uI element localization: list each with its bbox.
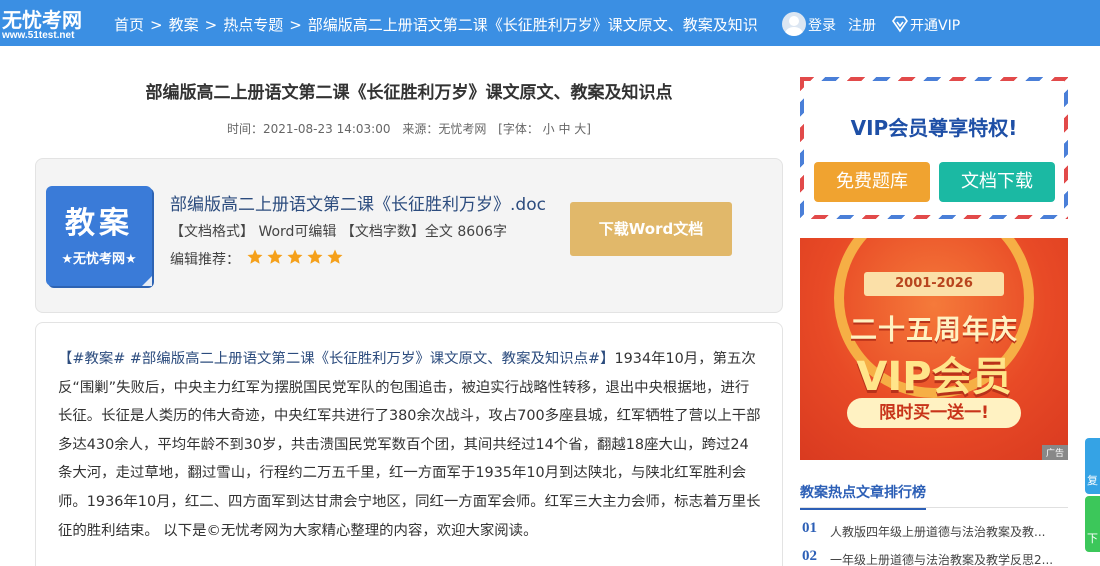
ranking-item[interactable]: 02 一年级上册道德与法治教案及教学反思2... bbox=[800, 548, 1068, 566]
register-link[interactable]: 注册 bbox=[848, 15, 876, 35]
document-file-name[interactable]: 部编版高二上册语文第二课《长征胜利万岁》.doc bbox=[170, 190, 546, 215]
star-icon bbox=[247, 249, 263, 264]
vip-card-title: VIP会员尊享特权! bbox=[850, 116, 1018, 140]
breadcrumb-separator: > bbox=[150, 16, 163, 34]
document-icon-fold bbox=[142, 276, 152, 286]
floating-tab-copy[interactable]: 复 bbox=[1085, 438, 1100, 494]
article-tags[interactable]: 【#教案# #部编版高二上册语文第二课《长征胜利万岁》课文原文、教案及知识点#】 bbox=[58, 351, 614, 367]
ranking-link[interactable]: 一年级上册道德与法治教案及教学反思2... bbox=[830, 551, 1068, 566]
breadcrumb-current: 部编版高二上册语文第二课《长征胜利万岁》课文原文、教案及知识 bbox=[307, 16, 758, 34]
ranking-number: 02 bbox=[802, 548, 817, 564]
ranking-number: 01 bbox=[802, 520, 817, 536]
article-meta: 时间：2021-08-23 14:03:00 来源：无忧考网 [字体： 小 中 … bbox=[34, 120, 784, 137]
open-vip-link[interactable]: 开通VIP bbox=[910, 15, 960, 35]
article-content-box: 【#教案# #部编版高二上册语文第二课《长征胜利万岁》课文原文、教案及知识点#】… bbox=[35, 322, 783, 566]
avatar-icon[interactable] bbox=[782, 12, 806, 36]
floating-tab-download[interactable]: 下 bbox=[1085, 496, 1100, 552]
free-questions-button[interactable]: 免费题库 bbox=[814, 162, 930, 202]
ad-headline: 二十五周年庆 bbox=[850, 315, 1018, 346]
ad-cta-button[interactable]: 限时买一送一! bbox=[847, 398, 1021, 428]
font-size-switch[interactable]: [字体： 小 中 大] bbox=[498, 122, 591, 136]
site-logo[interactable]: 无忧考网 www.51test.net bbox=[0, 2, 92, 44]
login-link[interactable]: 登录 bbox=[808, 15, 836, 35]
download-word-button[interactable]: 下载Word文档 bbox=[570, 202, 732, 256]
logo-url: www.51test.net bbox=[2, 30, 75, 41]
floating-tab-download-label: 下 bbox=[1087, 532, 1098, 545]
breadcrumb-separator: > bbox=[289, 16, 302, 34]
star-icon bbox=[287, 249, 303, 264]
document-download-button[interactable]: 文档下载 bbox=[939, 162, 1055, 202]
article-body-text: 1934年10月，第五次反“围剿”失败后，中央主力红军为摆脱国民党军队的包围追击… bbox=[58, 351, 761, 539]
document-icon: 教案 ★无忧考网★ bbox=[46, 186, 152, 286]
ranking-header: 教案热点文章排行榜 bbox=[800, 478, 1068, 510]
ranking-item[interactable]: 01 人教版四年级上册道德与法治教案及教... bbox=[800, 520, 1068, 542]
rating-stars bbox=[246, 248, 346, 266]
vip-privilege-card: VIP会员尊享特权! 免费题库 文档下载 bbox=[800, 77, 1068, 219]
document-icon-brand: ★无忧考网★ bbox=[61, 252, 137, 267]
diamond-icon bbox=[892, 16, 908, 33]
document-icon-label: 教案 bbox=[65, 206, 133, 241]
ranking-link[interactable]: 人教版四年级上册道德与法治教案及教... bbox=[830, 523, 1068, 540]
ad-years-badge: 2001-2026 bbox=[864, 272, 1004, 296]
editor-recommend-label: 编辑推荐： bbox=[170, 252, 240, 268]
article-source: 来源：无忧考网 bbox=[402, 122, 487, 136]
document-download-card: 教案 ★无忧考网★ 部编版高二上册语文第二课《长征胜利万岁》.doc 【文档格式… bbox=[35, 158, 783, 313]
floating-tab-copy-label: 复 bbox=[1087, 474, 1098, 487]
article-title: 部编版高二上册语文第二课《长征胜利万岁》课文原文、教案及知识点 bbox=[145, 83, 673, 103]
star-icon bbox=[267, 249, 283, 264]
breadcrumb-home[interactable]: 首页 bbox=[114, 16, 144, 34]
ad-label: 广告 bbox=[1041, 445, 1068, 460]
ranking-title: 教案热点文章排行榜 bbox=[800, 482, 926, 510]
ad-vip-text: VIP会员 bbox=[856, 354, 1012, 400]
article-body: 【#教案# #部编版高二上册语文第二课《长征胜利万岁》课文原文、教案及知识点#】… bbox=[58, 345, 762, 545]
anniversary-ad-banner[interactable]: 2001-2026 二十五周年庆 VIP会员 限时买一送一! 广告 bbox=[800, 238, 1068, 460]
document-file-info: 【文档格式】 Word可编辑 【文档字数】全文 8606字 bbox=[170, 224, 507, 240]
vip-card-inner: VIP会员尊享特权! 免费题库 文档下载 bbox=[804, 81, 1064, 215]
breadcrumb-separator: > bbox=[204, 16, 218, 34]
breadcrumb-jiaoan[interactable]: 教案 bbox=[169, 16, 199, 34]
top-navigation-bar: 无忧考网 www.51test.net 首页 > 教案 > 热点专题 > 部编版高二上册语文… bbox=[0, 0, 1100, 46]
breadcrumb-topics[interactable]: 热点专题 bbox=[223, 16, 283, 34]
logo-text: 无忧考网 bbox=[2, 8, 82, 32]
star-icon bbox=[327, 249, 343, 264]
publish-time: 时间：2021-08-23 14:03:00 bbox=[227, 122, 391, 136]
star-icon bbox=[307, 249, 323, 264]
breadcrumb: 首页 > 教案 > 热点专题 > 部编版高二上册语文第二课《长征胜利万岁》课文原文、教案及知… bbox=[114, 14, 782, 35]
